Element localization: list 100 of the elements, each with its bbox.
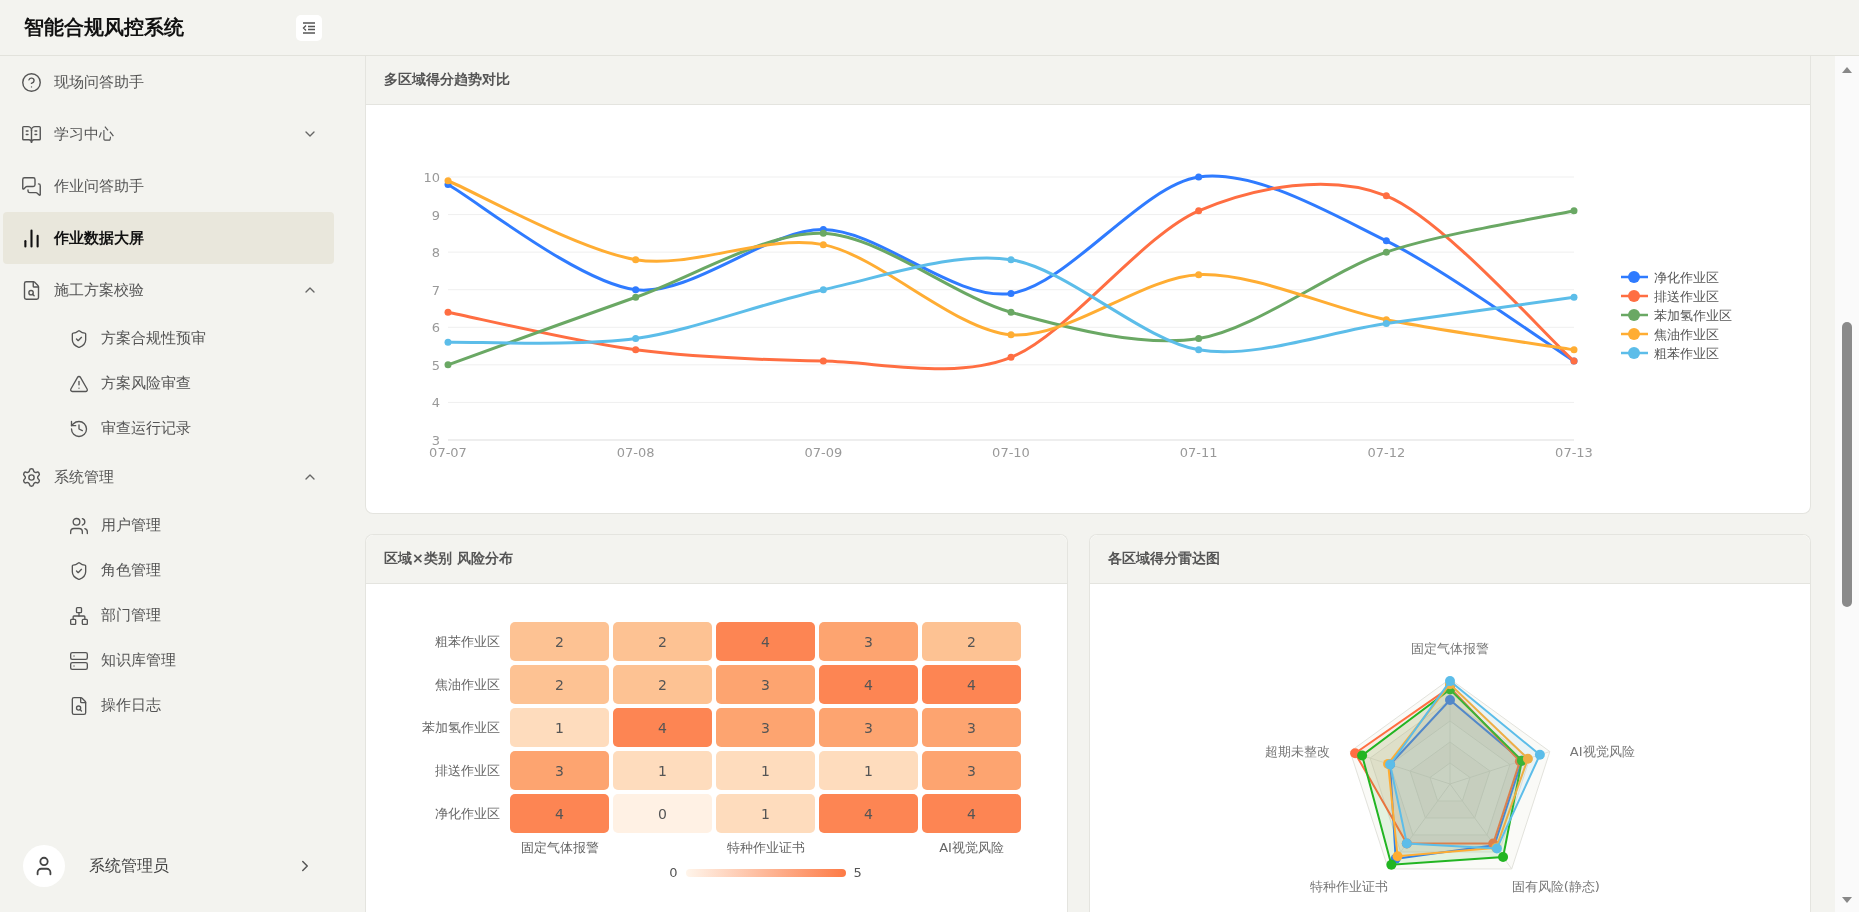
data-point xyxy=(1382,192,1390,200)
row-label: 净化作业区 xyxy=(434,804,501,823)
legend-item[interactable]: 焦油作业区 xyxy=(1621,327,1719,342)
y-tick-label: 3 xyxy=(431,433,440,448)
menu-icon xyxy=(21,175,42,197)
scrollbar-thumb[interactable] xyxy=(1842,322,1852,607)
x-tick-label: 07-07 xyxy=(429,445,467,460)
sidebar-item[interactable]: 系统管理 xyxy=(3,451,334,503)
data-point xyxy=(1195,271,1203,279)
menu-icon xyxy=(69,695,89,716)
heatmap-cell: 3 xyxy=(716,665,815,704)
row-label: 苯加氢作业区 xyxy=(421,718,501,737)
data-point xyxy=(1382,237,1390,245)
y-tick-label: 4 xyxy=(431,395,440,411)
card-header: 多区域得分趋势对比 xyxy=(366,56,1810,105)
sidebar-subitem[interactable]: 审查运行记录 xyxy=(3,406,334,451)
row-label: 排送作业区 xyxy=(434,761,501,780)
sidebar-subitem[interactable]: 方案风险审查 xyxy=(3,361,334,406)
legend-label: 排送作业区 xyxy=(1654,289,1719,304)
heatmap-cell: 2 xyxy=(510,665,609,704)
data-point xyxy=(1007,308,1015,316)
legend-item[interactable]: 苯加氢作业区 xyxy=(1621,308,1732,323)
data-point xyxy=(1570,293,1578,301)
data-point xyxy=(632,346,640,354)
heatmap-cell: 3 xyxy=(819,708,918,747)
heatmap-cell: 3 xyxy=(922,708,1021,747)
scale-max: 5 xyxy=(853,865,862,880)
menu-icon xyxy=(21,227,42,249)
x-tick-label: 07-08 xyxy=(616,445,655,460)
sidebar-item[interactable]: 施工方案校验 xyxy=(3,264,334,316)
indicator-label: 固定气体报警 xyxy=(1411,641,1489,656)
sidebar-subitem[interactable]: 操作日志 xyxy=(3,683,334,728)
menu-icon xyxy=(69,605,89,626)
heatmap-cell: 3 xyxy=(922,751,1021,790)
column-label: AI视觉风险 xyxy=(938,839,1005,857)
sidebar-item[interactable]: 现场问答助手 xyxy=(3,56,334,108)
menu-icon xyxy=(69,373,89,394)
data-point xyxy=(819,286,827,294)
heatmap-cell: 4 xyxy=(510,794,609,833)
legend-label: 焦油作业区 xyxy=(1654,327,1719,342)
user-name: 系统管理员 xyxy=(89,855,170,877)
scrollbar[interactable] xyxy=(1835,56,1859,912)
heatmap-cell: 2 xyxy=(613,622,712,661)
sidebar-item[interactable]: 作业数据大屏 xyxy=(3,212,334,264)
data-point xyxy=(1195,346,1203,354)
legend-item[interactable]: 粗苯作业区 xyxy=(1621,346,1719,361)
legend-item[interactable]: 排送作业区 xyxy=(1621,289,1719,304)
app-title: 智能合规风控系统 xyxy=(24,14,184,41)
data-point xyxy=(1007,331,1015,339)
heatmap-cell: 4 xyxy=(613,708,712,747)
scroll-up-icon[interactable] xyxy=(1842,66,1852,74)
heatmap-cell: 1 xyxy=(510,708,609,747)
heatmap-cell: 2 xyxy=(922,622,1021,661)
scale-min: 0 xyxy=(669,865,678,880)
legend-label: 净化作业区 xyxy=(1654,270,1719,285)
data-point xyxy=(1007,289,1015,297)
y-tick-label: 7 xyxy=(431,282,440,298)
row-label: 焦油作业区 xyxy=(434,675,501,694)
row-label: 粗苯作业区 xyxy=(434,632,501,651)
menu-fold-icon xyxy=(302,21,316,34)
data-point xyxy=(1195,207,1203,215)
indicator-label: 特种作业证书 xyxy=(1310,878,1389,894)
collapse-sidebar-button[interactable] xyxy=(296,14,322,41)
menu-icon xyxy=(69,515,89,536)
x-tick-label: 07-09 xyxy=(804,445,843,460)
scroll-down-icon[interactable] xyxy=(1842,896,1852,904)
sidebar-subitem[interactable]: 知识库管理 xyxy=(3,638,334,683)
heatmap-cell: 1 xyxy=(613,751,712,790)
y-tick-label: 8 xyxy=(431,245,440,261)
indicator-label: 固有风险(静态) xyxy=(1511,878,1600,894)
data-point xyxy=(444,338,452,346)
x-tick-label: 07-12 xyxy=(1367,445,1406,460)
indicator-label: AI视觉风险 xyxy=(1569,743,1635,759)
legend-item[interactable]: 净化作业区 xyxy=(1621,270,1719,285)
legend-label: 苯加氢作业区 xyxy=(1654,308,1732,323)
heatmap-cell: 1 xyxy=(819,751,918,790)
sidebar-item[interactable]: 作业问答助手 xyxy=(3,160,334,212)
column-label: 固定气体报警 xyxy=(519,839,600,857)
x-tick-label: 07-13 xyxy=(1555,445,1593,460)
x-tick-label: 07-11 xyxy=(1179,445,1218,460)
heatmap-cell: 1 xyxy=(716,751,815,790)
heatmap-cell: 4 xyxy=(819,794,918,833)
heatmap-cell: 0 xyxy=(613,794,712,833)
data-point xyxy=(1382,248,1390,256)
y-tick-label: 9 xyxy=(431,207,440,223)
color-scale-bar[interactable] xyxy=(685,868,846,877)
menu-icon xyxy=(21,123,42,145)
data-point xyxy=(444,361,452,369)
menu-icon xyxy=(69,650,89,671)
heatmap-cell: 4 xyxy=(716,622,815,661)
data-point xyxy=(1007,256,1015,264)
sidebar-subitem[interactable]: 方案合规性预审 xyxy=(3,316,334,361)
heatmap-cell: 3 xyxy=(819,622,918,661)
data-point xyxy=(1195,335,1203,343)
menu-icon xyxy=(21,279,42,301)
sidebar-subitem[interactable]: 部门管理 xyxy=(3,593,334,638)
sidebar-subitem[interactable]: 角色管理 xyxy=(3,548,334,593)
sidebar-subitem[interactable]: 用户管理 xyxy=(3,503,334,548)
user-avatar[interactable] xyxy=(23,845,65,887)
sidebar-item[interactable]: 学习中心 xyxy=(3,108,334,160)
